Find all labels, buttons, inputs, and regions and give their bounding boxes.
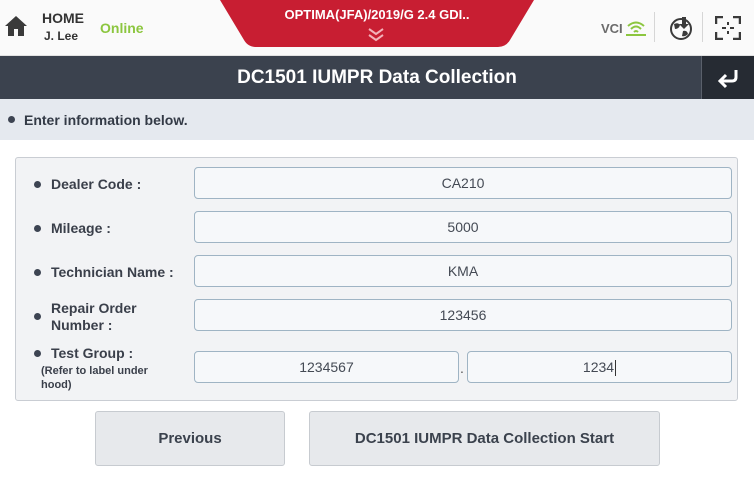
bullet [34, 181, 41, 188]
repair-order-field[interactable]: 123456 [194, 299, 732, 331]
repair-order-label-line1: Repair Order [51, 300, 137, 316]
test-group-note-line2: hood) [41, 379, 72, 391]
page-title: DC1501 IUMPR Data Collection [237, 67, 517, 88]
text-cursor [615, 360, 617, 377]
test-group-note-line1: (Refer to label under [41, 365, 148, 377]
top-bar: HOME J. Lee Online OPTIMA(JFA)/2019/G 2.… [0, 0, 754, 56]
test-group-label: Test Group : [51, 345, 134, 361]
test-group-separator: . [460, 360, 464, 376]
vehicle-name: OPTIMA(JFA)/2019/G 2.4 GDI.. [284, 7, 470, 22]
bullet [34, 269, 41, 276]
divider [702, 12, 703, 42]
title-bar: DC1501 IUMPR Data Collection [0, 56, 754, 99]
test-group-field-2-value: 1234 [582, 359, 615, 375]
bullet [8, 116, 15, 123]
test-group-field-2[interactable]: 1234 [467, 351, 732, 383]
mileage-field[interactable]: 5000 [194, 211, 732, 243]
mileage-label: Mileage : [51, 220, 111, 236]
bullet [34, 350, 41, 357]
chevron-down-icon[interactable] [365, 26, 387, 42]
test-group-field-1[interactable]: 1234567 [194, 351, 459, 383]
start-collection-button[interactable]: DC1501 IUMPR Data Collection Start [309, 411, 660, 466]
divider [654, 12, 655, 42]
test-group-note: (Refer to label under hood) [41, 364, 148, 392]
back-button[interactable] [701, 56, 754, 99]
wifi-icon [626, 19, 646, 37]
technician-name-label: Technician Name : [51, 264, 174, 280]
info-text: Enter information below. [24, 112, 188, 128]
bullet [34, 225, 41, 232]
info-row: Enter information below. [0, 99, 754, 140]
vci-label: VCI [601, 21, 623, 36]
repair-order-label-line2: Number : [51, 317, 113, 333]
bullet [34, 313, 41, 320]
dealer-code-field[interactable]: CA210 [194, 167, 732, 199]
return-arrow-icon [717, 70, 738, 89]
fullscreen-icon[interactable] [714, 15, 742, 41]
globe-download-icon[interactable] [668, 16, 694, 42]
previous-button[interactable]: Previous [95, 411, 285, 466]
technician-name-field[interactable]: KMA [194, 255, 732, 287]
dealer-code-label: Dealer Code : [51, 176, 142, 192]
